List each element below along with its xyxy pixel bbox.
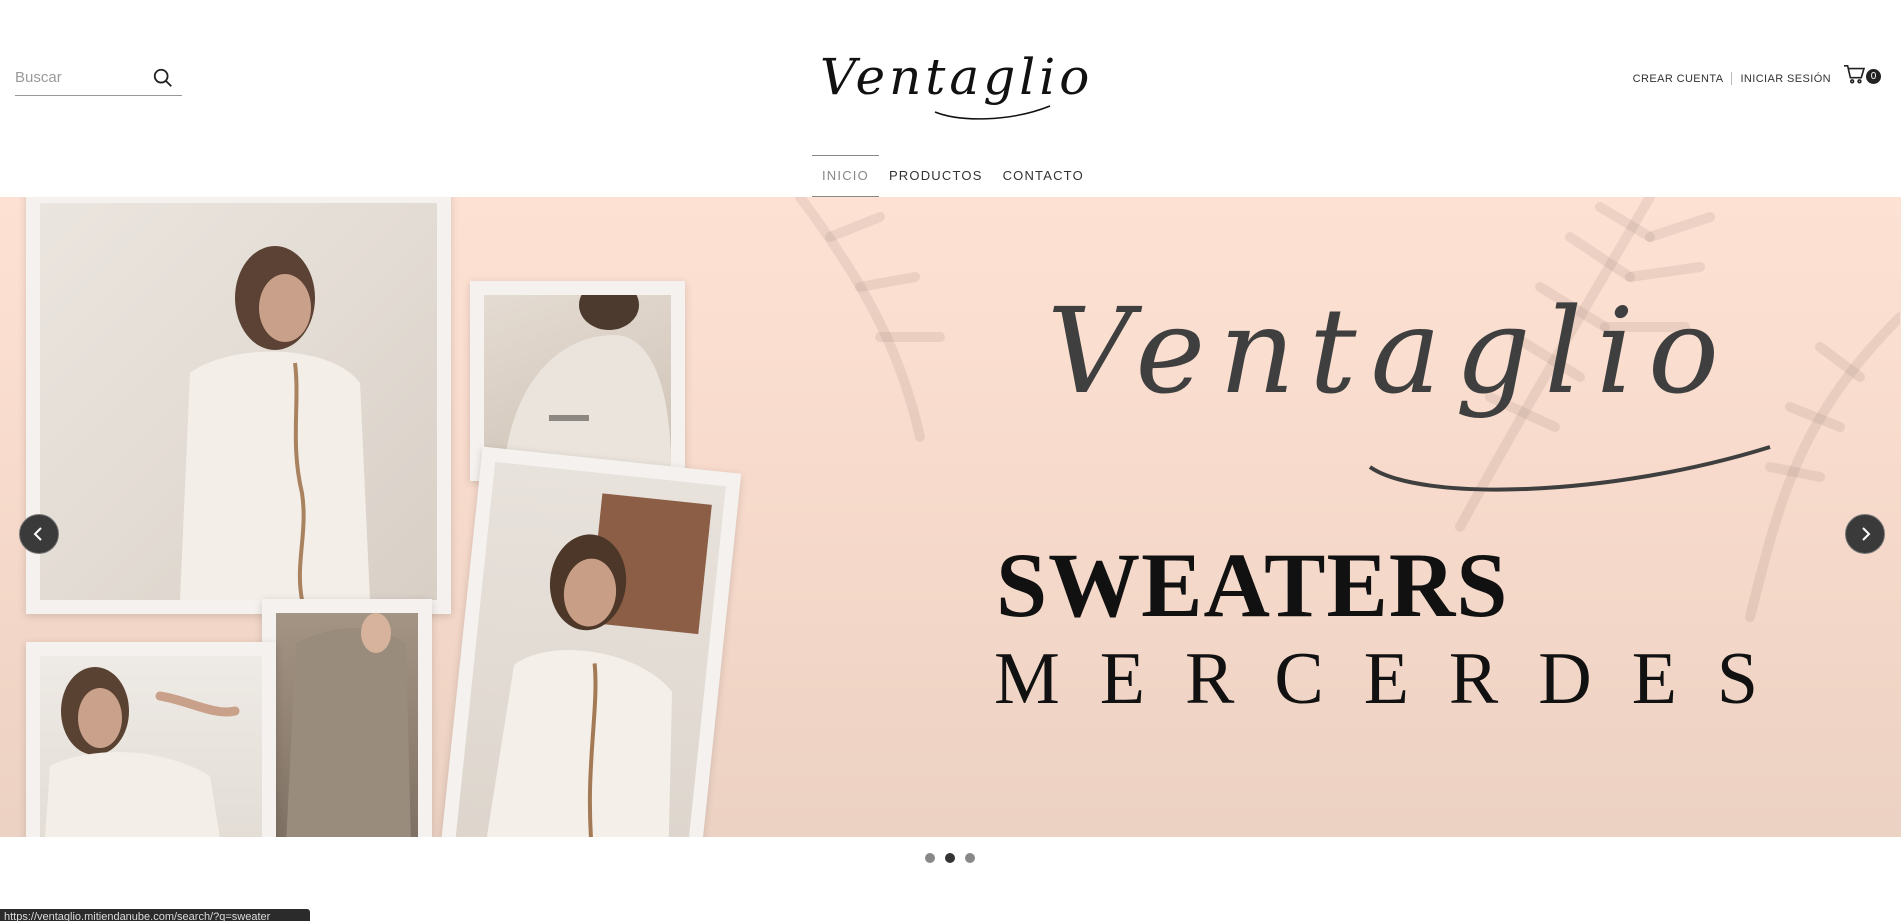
create-account-link[interactable]: CREAR CUENTA <box>1633 73 1724 85</box>
nav-item-productos[interactable]: PRODUCTOS <box>879 155 993 197</box>
cart-button[interactable]: 0 <box>1843 64 1883 88</box>
nav-item-inicio[interactable]: INICIO <box>812 155 879 197</box>
slider-prev-button[interactable] <box>19 514 59 554</box>
nav-item-contacto[interactable]: CONTACTO <box>993 155 1094 197</box>
slider-dot-2[interactable] <box>945 853 955 863</box>
banner-brand-text: Ventaglio <box>1046 282 1734 420</box>
slider-pagination <box>925 853 975 863</box>
product-photo <box>438 446 742 837</box>
banner-flourish-icon <box>1368 445 1771 492</box>
cart-icon <box>1844 65 1866 84</box>
main-nav: INICIO PRODUCTOS CONTACTO <box>0 155 1901 197</box>
account-divider <box>1731 72 1733 85</box>
product-photo <box>26 197 451 614</box>
chevron-right-icon <box>1862 527 1871 541</box>
slider-next-button[interactable] <box>1845 514 1885 554</box>
login-link[interactable]: INICIAR SESIÓN <box>1740 73 1831 85</box>
hero-slider[interactable]: Ventaglio SWEATERS MERCERDES <box>0 197 1901 837</box>
slider-dot-1[interactable] <box>925 853 935 863</box>
search-icon[interactable] <box>152 67 174 89</box>
logo-flourish-icon <box>934 105 1051 120</box>
search-box <box>15 62 182 96</box>
search-input[interactable] <box>15 62 145 92</box>
banner-subline: MERCERDES <box>994 638 1799 720</box>
product-photo <box>26 642 276 837</box>
account-links: CREAR CUENTA INICIAR SESIÓN <box>1633 72 1831 85</box>
banner-headline: SWEATERS <box>996 534 1509 636</box>
link-status-bar: https://ventaglio.mitiendanube.com/searc… <box>0 909 310 921</box>
store-logo[interactable]: Ventaglio <box>820 48 1089 120</box>
product-photo <box>262 599 432 837</box>
cart-count-badge: 0 <box>1866 69 1881 84</box>
slider-dot-3[interactable] <box>965 853 975 863</box>
chevron-left-icon <box>33 527 42 541</box>
